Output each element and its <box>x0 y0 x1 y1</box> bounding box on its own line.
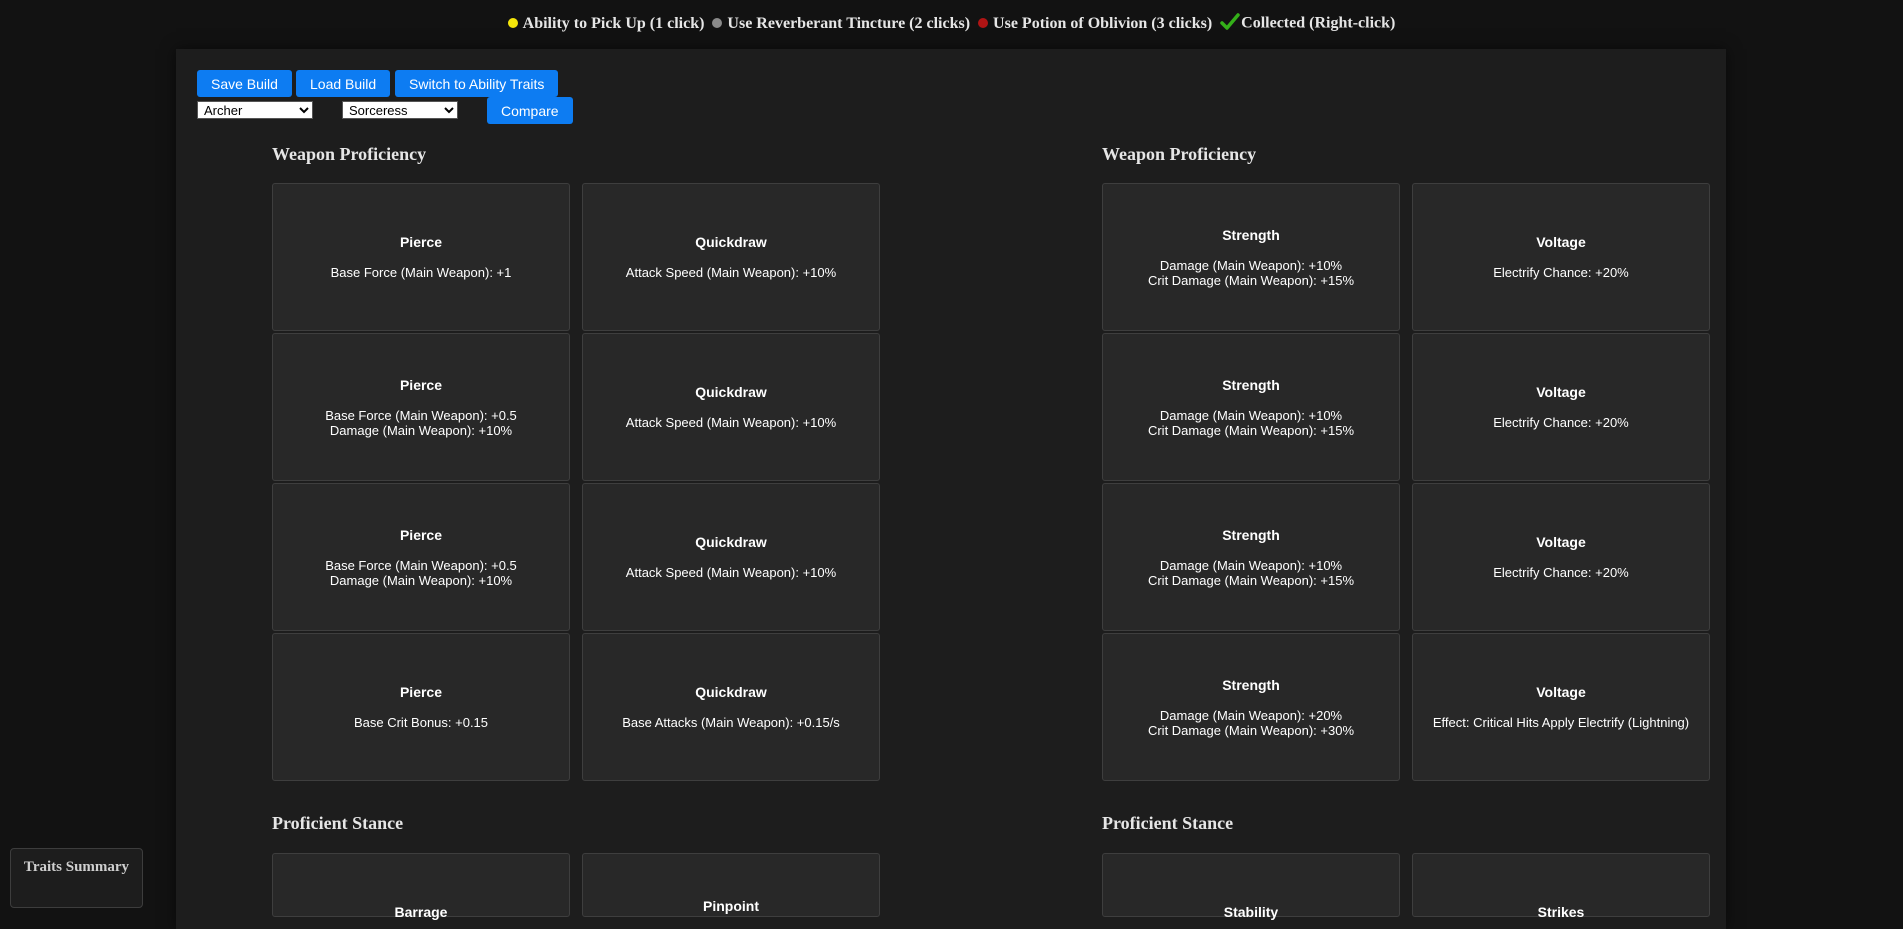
left-proficient-stance-title: Proficient Stance <box>272 813 404 833</box>
compare-button[interactable]: Compare <box>487 97 573 124</box>
trait-effect: Electrify Chance: +20% <box>1493 415 1629 430</box>
right-class-select[interactable]: Sorceress <box>342 101 458 119</box>
stance-name: Barrage <box>394 904 448 920</box>
legend-label: Use Reverberant Tincture (2 clicks) <box>727 15 971 32</box>
trait-card[interactable]: Strength Damage (Main Weapon): +20% Crit… <box>1102 633 1400 781</box>
trait-effect: Damage (Main Weapon): +20% <box>1159 707 1343 723</box>
left-weapon-proficiency-title: Weapon Proficiency <box>272 144 427 164</box>
trait-name: Strength <box>1222 526 1280 543</box>
trait-effect: Damage (Main Weapon): +10% <box>329 572 513 588</box>
yellow-dot-icon <box>507 18 518 29</box>
stance-card[interactable]: Stability <box>1102 853 1400 920</box>
trait-effect: Damage (Main Weapon): +10% <box>1159 407 1343 423</box>
legend-label: Collected (Right-click) <box>1241 14 1396 32</box>
trait-card[interactable]: Quickdraw Attack Speed (Main Weapon): +1… <box>582 483 880 631</box>
trait-effect: Base Attacks (Main Weapon): +0.15/s <box>622 715 840 730</box>
legend-item-oblivion: Use Potion of Oblivion (3 clicks) <box>978 15 1212 33</box>
trait-effect: Crit Damage (Main Weapon): +30% <box>1147 722 1355 738</box>
trait-card[interactable]: Pierce Base Crit Bonus: +0.15 <box>272 633 570 781</box>
trait-card[interactable]: Strength Damage (Main Weapon): +10% Crit… <box>1102 183 1400 331</box>
red-dot-icon <box>978 18 989 29</box>
legend-bar: Ability to Pick Up (1 click) Use Reverbe… <box>0 13 1903 34</box>
trait-card[interactable]: Quickdraw Attack Speed (Main Weapon): +1… <box>582 333 880 481</box>
trait-name: Pierce <box>399 376 443 393</box>
trait-effect: Base Force (Main Weapon): +1 <box>330 265 512 280</box>
trait-card[interactable]: Voltage Electrify Chance: +20% <box>1412 183 1710 331</box>
save-build-button[interactable]: Save Build <box>197 70 292 97</box>
stance-card[interactable]: Strikes <box>1412 853 1710 920</box>
legend-item-collected: Collected (Right-click) <box>1220 13 1396 34</box>
trait-card[interactable]: Strength Damage (Main Weapon): +10% Crit… <box>1102 333 1400 481</box>
trait-name: Quickdraw <box>695 384 767 400</box>
trait-name: Strength <box>1222 376 1280 393</box>
stance-card[interactable]: Barrage <box>272 853 570 920</box>
trait-name: Voltage <box>1536 684 1586 700</box>
traits-summary-button[interactable]: Traits Summary <box>10 848 143 908</box>
switch-to-ability-traits-button[interactable]: Switch to Ability Traits <box>395 70 559 97</box>
trait-effect: Damage (Main Weapon): +10% <box>1159 257 1343 273</box>
trait-effect: Crit Damage (Main Weapon): +15% <box>1147 272 1355 288</box>
trait-name: Quickdraw <box>695 534 767 550</box>
trait-effect: Base Crit Bonus: +0.15 <box>353 715 489 730</box>
trait-effect: Damage (Main Weapon): +10% <box>329 422 513 438</box>
legend-item-tincture: Use Reverberant Tincture (2 clicks) <box>712 15 970 33</box>
trait-name: Strength <box>1222 676 1280 693</box>
stance-card[interactable]: Pinpoint <box>582 853 880 917</box>
trait-name: Pierce <box>399 234 443 250</box>
gray-dot-icon <box>712 18 723 29</box>
trait-effect: Attack Speed (Main Weapon): +10% <box>625 565 837 580</box>
trait-effect: Effect: Critical Hits Apply Electrify (L… <box>1432 715 1690 730</box>
legend-label: Ability to Pick Up (1 click) <box>522 15 705 32</box>
trait-card[interactable]: Voltage Effect: Critical Hits Apply Elec… <box>1412 633 1710 781</box>
right-proficient-stance-title: Proficient Stance <box>1102 813 1234 833</box>
stance-name: Stability <box>1223 904 1279 920</box>
trait-name: Quickdraw <box>695 234 767 250</box>
checkmark-icon <box>1220 13 1240 30</box>
legend-item-pickup: Ability to Pick Up (1 click) <box>507 15 705 33</box>
trait-effect: Electrify Chance: +20% <box>1493 565 1629 580</box>
trait-effect: Crit Damage (Main Weapon): +15% <box>1147 572 1355 588</box>
trait-card[interactable]: Voltage Electrify Chance: +20% <box>1412 333 1710 481</box>
trait-effect: Crit Damage (Main Weapon): +15% <box>1147 422 1355 438</box>
trait-card[interactable]: Quickdraw Base Attacks (Main Weapon): +0… <box>582 633 880 781</box>
trait-card[interactable]: Quickdraw Attack Speed (Main Weapon): +1… <box>582 183 880 331</box>
load-build-button[interactable]: Load Build <box>296 70 391 97</box>
stance-name: Pinpoint <box>703 898 759 914</box>
trait-effect: Electrify Chance: +20% <box>1493 265 1629 280</box>
trait-name: Voltage <box>1536 384 1586 400</box>
trait-name: Voltage <box>1536 534 1586 550</box>
left-class-select[interactable]: Archer <box>197 101 313 119</box>
legend-label: Use Potion of Oblivion (3 clicks) <box>993 15 1213 32</box>
trait-name: Strength <box>1222 226 1280 243</box>
trait-card[interactable]: Pierce Base Force (Main Weapon): +0.5 Da… <box>272 483 570 631</box>
trait-effect: Damage (Main Weapon): +10% <box>1159 557 1343 573</box>
trait-name: Pierce <box>399 526 443 543</box>
trait-name: Pierce <box>399 684 443 700</box>
trait-name: Voltage <box>1536 234 1586 250</box>
trait-effect: Base Force (Main Weapon): +0.5 <box>325 557 517 573</box>
trait-name: Quickdraw <box>695 684 767 700</box>
trait-effect: Attack Speed (Main Weapon): +10% <box>625 265 837 280</box>
right-weapon-proficiency-title: Weapon Proficiency <box>1102 144 1257 164</box>
trait-card[interactable]: Voltage Electrify Chance: +20% <box>1412 483 1710 631</box>
stance-name: Strikes <box>1537 904 1585 920</box>
trait-card[interactable]: Pierce Base Force (Main Weapon): +0.5 Da… <box>272 333 570 481</box>
trait-card[interactable]: Strength Damage (Main Weapon): +10% Crit… <box>1102 483 1400 631</box>
trait-effect: Base Force (Main Weapon): +0.5 <box>325 407 517 423</box>
trait-card[interactable]: Pierce Base Force (Main Weapon): +1 <box>272 183 570 331</box>
trait-effect: Attack Speed (Main Weapon): +10% <box>625 415 837 430</box>
